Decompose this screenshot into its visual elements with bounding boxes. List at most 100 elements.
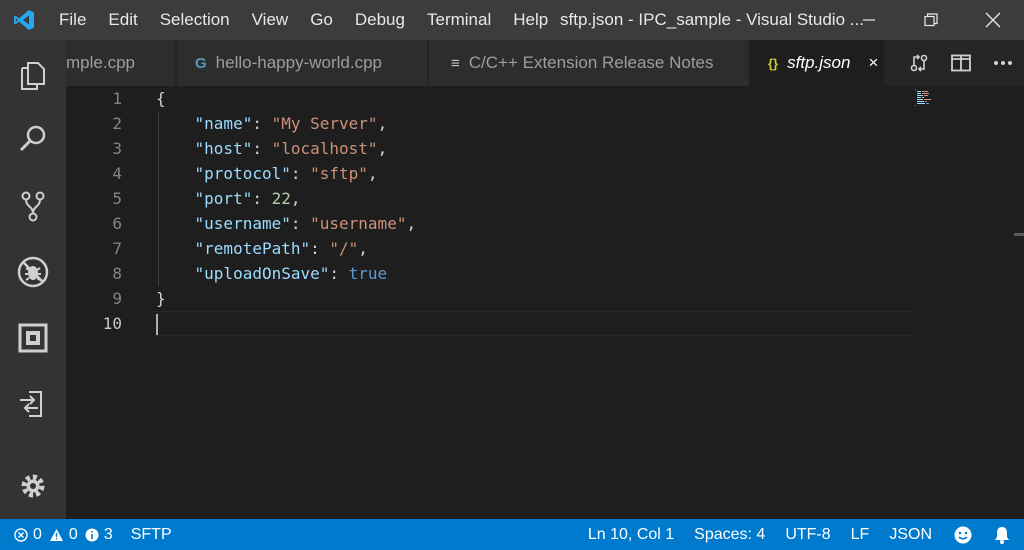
code-content[interactable]: { "name": "My Server", "host": "localhos… — [156, 86, 976, 336]
line-number: 5 — [112, 189, 122, 208]
tab-release-notes[interactable]: ≡ C/C++ Extension Release Notes — [429, 40, 749, 86]
menu-help[interactable]: Help — [502, 0, 559, 40]
json-colon: : — [329, 264, 349, 283]
json-comma: , — [367, 164, 378, 183]
line-number: 1 — [112, 89, 122, 108]
restore-icon — [924, 13, 938, 27]
smiley-feedback-icon — [954, 526, 972, 543]
status-bar: 0 0 3 SFTP Ln 10, Col 1 Spaces: 4 UTF-8 … — [0, 519, 1024, 550]
extensions-icon — [18, 323, 48, 353]
line-number: 8 — [112, 264, 122, 283]
extensions-button[interactable] — [0, 305, 66, 371]
menu-file[interactable]: File — [48, 0, 97, 40]
tab-hello-happy-world-cpp[interactable]: G hello-happy-world.cpp — [177, 40, 428, 86]
status-bar-right: Ln 10, Col 1 Spaces: 4 UTF-8 LF JSON — [578, 519, 1024, 550]
notifications-button[interactable] — [984, 519, 1024, 550]
open-changes-button[interactable] — [898, 40, 940, 86]
json-key: "protocol" — [194, 164, 291, 183]
restore-button[interactable] — [900, 0, 962, 40]
menu-edit[interactable]: Edit — [97, 0, 148, 40]
tab-label: sftp.json — [787, 53, 851, 72]
split-editor-button[interactable] — [940, 40, 982, 86]
json-comma: , — [377, 114, 388, 133]
document-icon: ≡ — [451, 54, 460, 72]
problems-indicator[interactable]: 0 0 3 — [0, 519, 119, 550]
close-window-button[interactable] — [962, 0, 1024, 40]
json-comma: , — [290, 189, 301, 208]
info-icon — [85, 528, 99, 541]
error-count: 0 — [33, 525, 42, 543]
json-file-icon: {} — [768, 55, 779, 71]
end-of-line[interactable]: LF — [841, 519, 880, 550]
tab-sample-cpp[interactable]: mple.cpp — [66, 40, 176, 86]
file-encoding[interactable]: UTF-8 — [775, 519, 840, 550]
split-editor-icon — [951, 54, 971, 72]
code-line: "host": "localhost", — [156, 136, 976, 161]
json-key: "name" — [194, 114, 253, 133]
json-value: "username" — [310, 214, 407, 233]
debug-button[interactable] — [0, 239, 66, 305]
menu-selection[interactable]: Selection — [149, 0, 241, 40]
indentation-setting[interactable]: Spaces: 4 — [684, 519, 775, 550]
cursor-position[interactable]: Ln 10, Col 1 — [578, 519, 684, 550]
menu-go[interactable]: Go — [299, 0, 344, 40]
json-value: true — [348, 264, 388, 283]
manage-settings-button[interactable] — [0, 453, 66, 519]
menu-terminal[interactable]: Terminal — [416, 0, 502, 40]
tab-label: C/C++ Extension Release Notes — [468, 53, 714, 72]
scrollbar-marker[interactable] — [1014, 233, 1024, 236]
json-brace: } — [156, 289, 166, 308]
minimap[interactable] — [914, 88, 944, 108]
language-mode[interactable]: JSON — [879, 519, 942, 550]
json-colon: : — [310, 239, 330, 258]
tab-actions — [898, 40, 1024, 86]
search-button[interactable] — [0, 106, 66, 172]
tab-label: hello-happy-world.cpp — [215, 53, 382, 72]
code-line: "protocol": "sftp", — [156, 161, 976, 186]
more-actions-button[interactable] — [982, 40, 1024, 86]
code-line: { — [156, 86, 976, 111]
window-controls — [838, 0, 1024, 40]
sftp-status[interactable]: SFTP — [125, 519, 178, 550]
tab-close-icon[interactable]: × — [868, 53, 878, 73]
tab-label: mple.cpp — [66, 53, 135, 72]
line-number: 7 — [112, 239, 122, 258]
json-key: "host" — [194, 139, 253, 158]
minimize-button[interactable] — [838, 0, 900, 40]
activity-bar — [0, 40, 66, 519]
json-colon: : — [290, 164, 311, 183]
bell-icon — [995, 526, 1009, 544]
json-comma: , — [406, 214, 417, 233]
cpp-file-icon: G — [195, 54, 207, 72]
tab-sftp-json[interactable]: {} sftp.json × — [750, 40, 885, 86]
feedback-button[interactable] — [942, 519, 984, 550]
json-colon: : — [290, 214, 311, 233]
menu-debug[interactable]: Debug — [344, 0, 416, 40]
line-number: 10 — [102, 314, 122, 333]
line-number: 2 — [112, 114, 122, 133]
sftp-remote-button[interactable] — [0, 371, 66, 437]
close-icon — [985, 12, 1001, 28]
vscode-logo-icon — [0, 0, 48, 40]
code-line: "uploadOnSave": true — [156, 261, 976, 286]
code-line: } — [156, 286, 976, 311]
code-line: "remotePath": "/", — [156, 236, 976, 261]
source-control-button[interactable] — [0, 173, 66, 239]
line-number-gutter: 1 2 3 4 5 6 7 8 9 10 — [66, 86, 146, 336]
json-brace: { — [156, 89, 166, 108]
code-editor[interactable]: 1 2 3 4 5 6 7 8 9 10 { "name": "My Server", "host… — [66, 86, 1024, 519]
explorer-button[interactable] — [0, 42, 66, 108]
json-colon: : — [252, 189, 272, 208]
code-line: "port": 22, — [156, 186, 976, 211]
json-value: "localhost" — [271, 139, 378, 158]
json-value: "sftp" — [310, 164, 368, 183]
code-line: "username": "username", — [156, 211, 976, 236]
json-colon: : — [252, 139, 272, 158]
menu-view[interactable]: View — [241, 0, 300, 40]
